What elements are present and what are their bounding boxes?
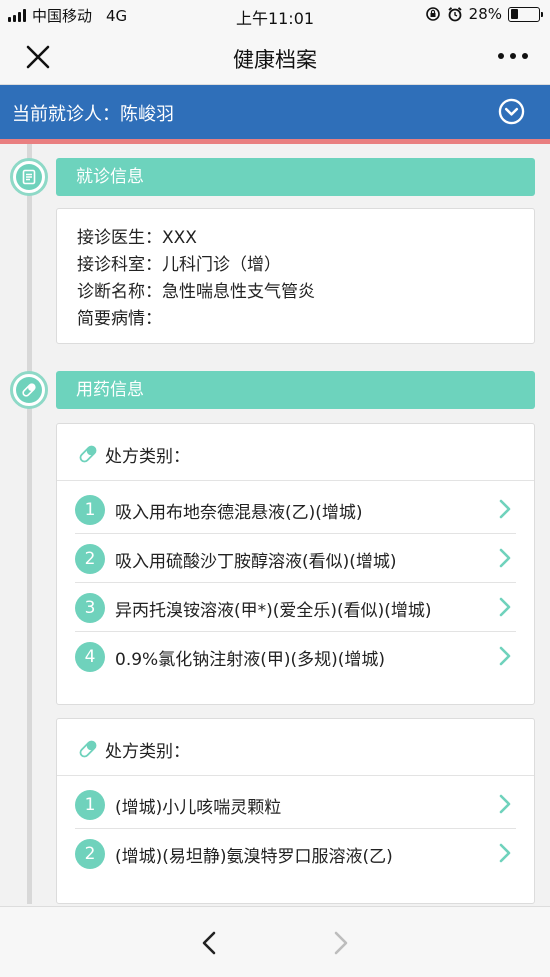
patient-bar[interactable]: 当前就诊人：陈峻羽: [0, 85, 550, 139]
medication-name: 吸入用布地奈德混悬液(乙)(增城): [115, 503, 363, 523]
item-number-badge: 1: [75, 495, 105, 525]
prescription-category: 处方类别：: [57, 424, 534, 481]
chevron-right-icon: [499, 499, 511, 519]
medication-name: (增城)小儿咳喘灵颗粒: [115, 798, 282, 818]
item-number-badge: 2: [75, 544, 105, 574]
brief-condition: 简要病情：: [77, 309, 162, 329]
forward-arrow-icon[interactable]: [330, 929, 352, 957]
prescription-card-2: 处方类别： 1 (增城)小儿咳喘灵颗粒 2 (增城)(易坦静)氨溴特罗口服溶液(…: [56, 718, 535, 904]
pill-icon: [10, 371, 48, 409]
battery-icon: [508, 6, 543, 22]
chevron-right-icon: [499, 843, 511, 863]
visit-info-card: 接诊医生：XXX 接诊科室：儿科门诊（增） 诊断名称：急性喘息性支气管炎 简要病…: [56, 208, 535, 344]
item-number-badge: 1: [75, 790, 105, 820]
item-number-badge: 2: [75, 839, 105, 869]
diagnosis: 诊断名称：急性喘息性支气管炎: [77, 282, 315, 302]
medication-item[interactable]: 4 0.9%氯化钠注射液(甲)(多规)(增城): [75, 632, 516, 681]
medication-item[interactable]: 1 吸入用布地奈德混悬液(乙)(增城): [75, 485, 516, 534]
accent-strip: [0, 139, 550, 144]
medication-name: 吸入用硫酸沙丁胺醇溶液(看似)(增城): [115, 552, 397, 572]
medication-item[interactable]: 3 异丙托溴铵溶液(甲*)(爱全乐)(看似)(增城): [75, 583, 516, 632]
document-icon: [10, 158, 48, 196]
chevron-right-icon: [499, 646, 511, 666]
pill-icon: [79, 445, 97, 463]
alarm-icon: [448, 7, 462, 22]
visit-info-header: 就诊信息: [56, 158, 535, 196]
rotation-lock-icon: [425, 7, 440, 21]
current-patient-label: 当前就诊人：陈峻羽: [12, 104, 174, 125]
medication-item[interactable]: 1 (增城)小儿咳喘灵颗粒: [75, 780, 516, 829]
item-number-badge: 3: [75, 593, 105, 623]
page-title: 健康档案: [233, 48, 317, 72]
prescription-category-label: 处方类别：: [105, 742, 190, 762]
timeline-line: [27, 144, 32, 904]
medication-item[interactable]: 2 (增城)(易坦静)氨溴特罗口服溶液(乙): [75, 829, 516, 878]
pill-icon: [79, 740, 97, 758]
nav-bar: 健康档案: [0, 30, 550, 85]
battery-percent: 28%: [468, 5, 502, 23]
prescription-category: 处方类别：: [57, 719, 534, 776]
medication-item[interactable]: 2 吸入用硫酸沙丁胺醇溶液(看似)(增城): [75, 534, 516, 583]
status-right: 28%: [425, 5, 543, 23]
prescription-category-label: 处方类别：: [105, 447, 190, 467]
more-icon[interactable]: [498, 50, 528, 62]
prescription-card-1: 处方类别： 1 吸入用布地奈德混悬液(乙)(增城) 2 吸入用硫酸沙丁胺醇溶液(…: [56, 423, 535, 705]
chevron-down-circle-icon[interactable]: [498, 98, 525, 125]
medication-name: 异丙托溴铵溶液(甲*)(爱全乐)(看似)(增城): [115, 601, 432, 621]
medication-name: 0.9%氯化钠注射液(甲)(多规)(增城): [115, 650, 385, 670]
chevron-right-icon: [499, 548, 511, 568]
item-number-badge: 4: [75, 642, 105, 672]
browser-bottom-bar: [0, 906, 550, 977]
medication-name: (增城)(易坦静)氨溴特罗口服溶液(乙): [115, 847, 393, 867]
chevron-right-icon: [499, 597, 511, 617]
department: 接诊科室：儿科门诊（增）: [77, 255, 281, 275]
chevron-right-icon: [499, 794, 511, 814]
back-arrow-icon[interactable]: [198, 929, 220, 957]
status-bar: 中国移动 4G 上午11:01 28%: [0, 0, 550, 30]
attending-doctor: 接诊医生：XXX: [77, 228, 197, 248]
medication-info-header: 用药信息: [56, 371, 535, 409]
